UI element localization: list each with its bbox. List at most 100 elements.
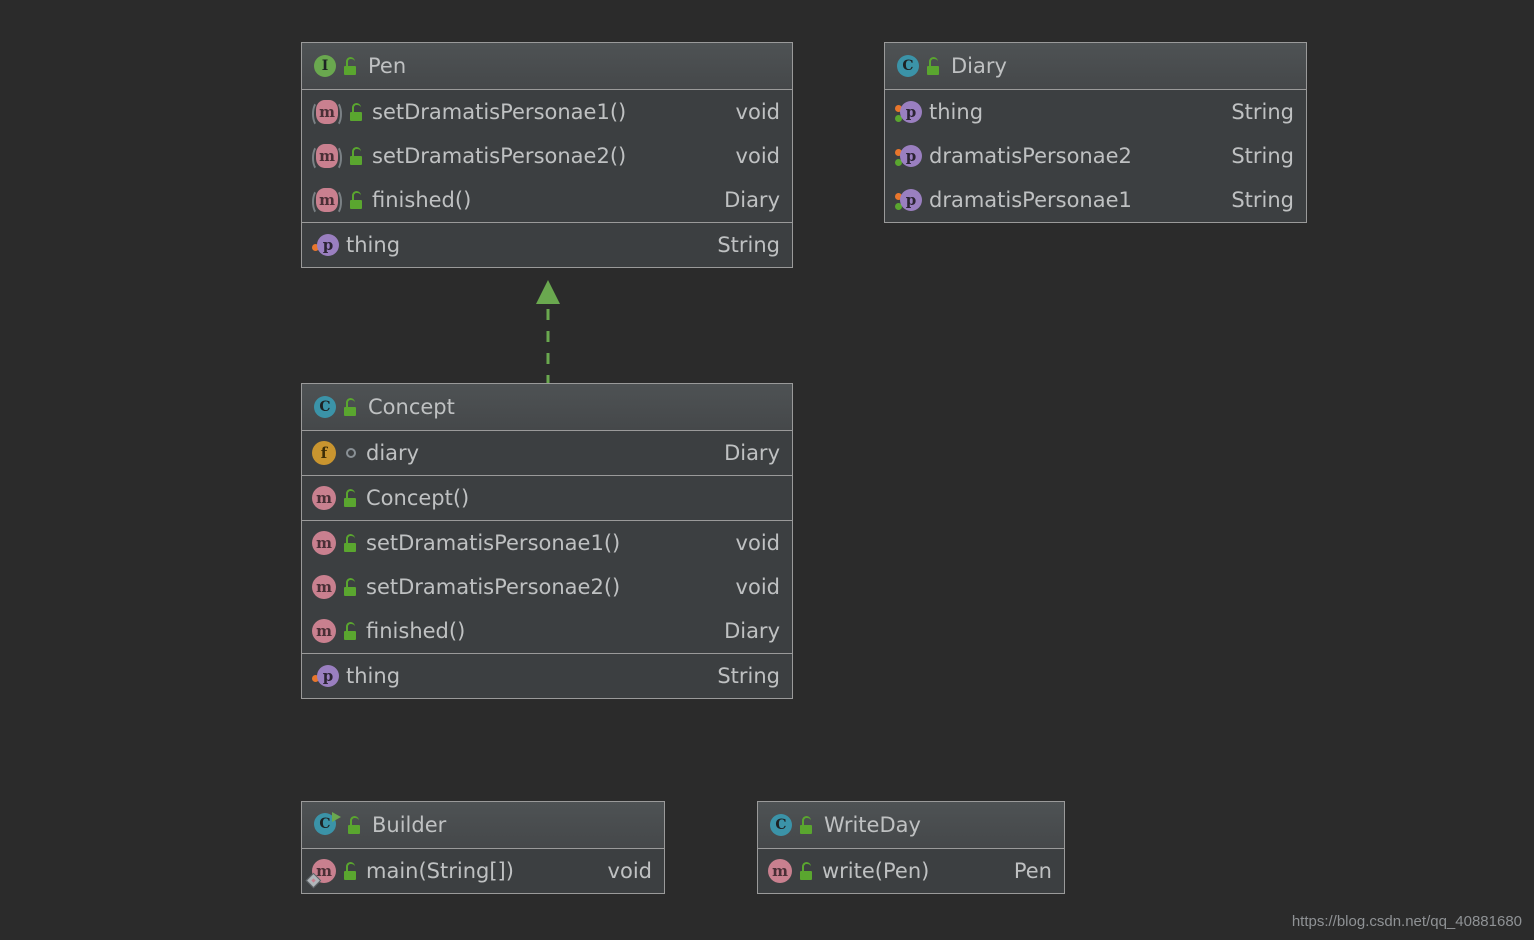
interface-icon: I <box>314 55 336 77</box>
public-lock-icon <box>342 622 358 640</box>
member-row[interactable]: p dramatisPersonae2 String <box>885 134 1306 178</box>
member-type-label: void <box>735 575 780 599</box>
member-row[interactable]: m setDramatisPersonae1() void <box>302 521 792 565</box>
class-header-concept[interactable]: C Concept <box>302 384 792 431</box>
public-lock-icon <box>346 816 362 834</box>
class-header-pen[interactable]: I Pen <box>302 43 792 90</box>
public-lock-icon <box>348 191 364 209</box>
public-lock-icon <box>348 147 364 165</box>
member-name-label: finished() <box>366 619 466 643</box>
member-name-label: finished() <box>372 188 472 212</box>
field-icon: f <box>312 441 336 465</box>
public-lock-icon <box>342 489 358 507</box>
member-type-label: Diary <box>724 188 780 212</box>
member-row[interactable]: m write(Pen) Pen <box>758 849 1064 893</box>
public-lock-icon <box>342 534 358 552</box>
class-name-label: Pen <box>368 54 407 78</box>
property-icon: p <box>895 188 922 212</box>
class-header-builder[interactable]: C Builder <box>302 802 664 849</box>
static-method-icon: m <box>305 859 336 889</box>
member-type-label: String <box>1231 100 1294 124</box>
member-row[interactable]: m setDramatisPersonae2() void <box>302 134 792 178</box>
method-icon: m <box>768 859 792 883</box>
class-section-fields: f diary Diary <box>302 431 792 476</box>
class-icon: C <box>897 55 919 77</box>
class-icon: C <box>770 814 792 836</box>
member-name-label: thing <box>346 664 401 688</box>
uml-class-pen[interactable]: I Pen m setDramatisPersonae1() void m se… <box>301 42 793 268</box>
runnable-class-icon: C <box>314 812 341 837</box>
member-name-label: dramatisPersonae2 <box>929 144 1132 168</box>
member-name-label: diary <box>366 441 420 465</box>
realization-connector-concept-pen <box>536 280 560 386</box>
public-lock-icon <box>348 103 364 121</box>
member-type-label: String <box>717 233 780 257</box>
uml-class-builder[interactable]: C Builder m main(String[]) void <box>301 801 665 894</box>
member-type-label: Diary <box>724 619 780 643</box>
member-row[interactable]: f diary Diary <box>302 431 792 475</box>
class-section-properties: p thing String <box>302 223 792 267</box>
closed-triangle-arrowhead <box>536 280 560 304</box>
method-icon: m <box>312 575 336 599</box>
property-icon: p <box>895 144 922 168</box>
member-row[interactable]: m finished() Diary <box>302 178 792 222</box>
uml-diagram-canvas: I Pen m setDramatisPersonae1() void m se… <box>0 0 1534 940</box>
member-name-label: main(String[]) <box>366 859 514 883</box>
member-row[interactable]: p thing String <box>885 90 1306 134</box>
uml-class-diary[interactable]: C Diary p thing String p dramatisPersona… <box>884 42 1307 223</box>
public-lock-icon <box>798 816 814 834</box>
member-name-label: thing <box>929 100 984 124</box>
class-section-methods: m setDramatisPersonae1() void m setDrama… <box>302 90 792 223</box>
member-row[interactable]: m main(String[]) void <box>302 849 664 893</box>
member-type-label: void <box>735 144 780 168</box>
method-icon: m <box>312 486 336 510</box>
class-name-label: Concept <box>368 395 455 419</box>
public-lock-icon <box>342 578 358 596</box>
member-type-label: void <box>607 859 652 883</box>
abstract-method-icon: m <box>312 188 342 215</box>
member-row[interactable]: p thing String <box>302 223 792 267</box>
public-lock-icon <box>342 57 358 75</box>
class-section-methods: m main(String[]) void <box>302 849 664 893</box>
class-section-methods: m setDramatisPersonae1() void m setDrama… <box>302 521 792 654</box>
member-name-label: setDramatisPersonae2() <box>366 575 621 599</box>
class-section-methods: m write(Pen) Pen <box>758 849 1064 893</box>
class-header-diary[interactable]: C Diary <box>885 43 1306 90</box>
class-section-properties: p thing String <box>302 654 792 698</box>
class-name-label: WriteDay <box>824 813 921 837</box>
member-type-label: String <box>1231 188 1294 212</box>
member-name-label: setDramatisPersonae1() <box>366 531 621 555</box>
class-section-constructors: m Concept() <box>302 476 792 521</box>
class-icon: C <box>314 396 336 418</box>
uml-class-concept[interactable]: C Concept f diary Diary m Concept() m se… <box>301 383 793 699</box>
property-icon: p <box>895 100 922 124</box>
public-lock-icon <box>342 398 358 416</box>
property-icon: p <box>312 233 339 257</box>
member-row[interactable]: m finished() Diary <box>302 609 792 653</box>
member-row[interactable]: m Concept() <box>302 476 792 520</box>
abstract-method-icon: m <box>312 144 342 171</box>
uml-class-writeday[interactable]: C WriteDay m write(Pen) Pen <box>757 801 1065 894</box>
property-icon: p <box>312 664 339 688</box>
method-icon: m <box>312 531 336 555</box>
class-section-properties: p thing String p dramatisPersonae2 Strin… <box>885 90 1306 222</box>
member-name-label: write(Pen) <box>822 859 930 883</box>
member-row[interactable]: m setDramatisPersonae2() void <box>302 565 792 609</box>
member-name-label: setDramatisPersonae2() <box>372 144 627 168</box>
class-name-label: Builder <box>372 813 447 837</box>
member-name-label: Concept() <box>366 486 470 510</box>
public-lock-icon <box>925 57 941 75</box>
abstract-method-icon: m <box>312 100 342 127</box>
member-row[interactable]: m setDramatisPersonae1() void <box>302 90 792 134</box>
member-row[interactable]: p thing String <box>302 654 792 698</box>
member-type-label: Diary <box>724 441 780 465</box>
class-header-writeday[interactable]: C WriteDay <box>758 802 1064 849</box>
member-type-label: Pen <box>1013 859 1052 883</box>
method-icon: m <box>312 619 336 643</box>
public-lock-icon <box>342 862 358 880</box>
member-type-label: void <box>735 100 780 124</box>
member-type-label: void <box>735 531 780 555</box>
class-name-label: Diary <box>951 54 1007 78</box>
member-row[interactable]: p dramatisPersonae1 String <box>885 178 1306 222</box>
member-name-label: setDramatisPersonae1() <box>372 100 627 124</box>
